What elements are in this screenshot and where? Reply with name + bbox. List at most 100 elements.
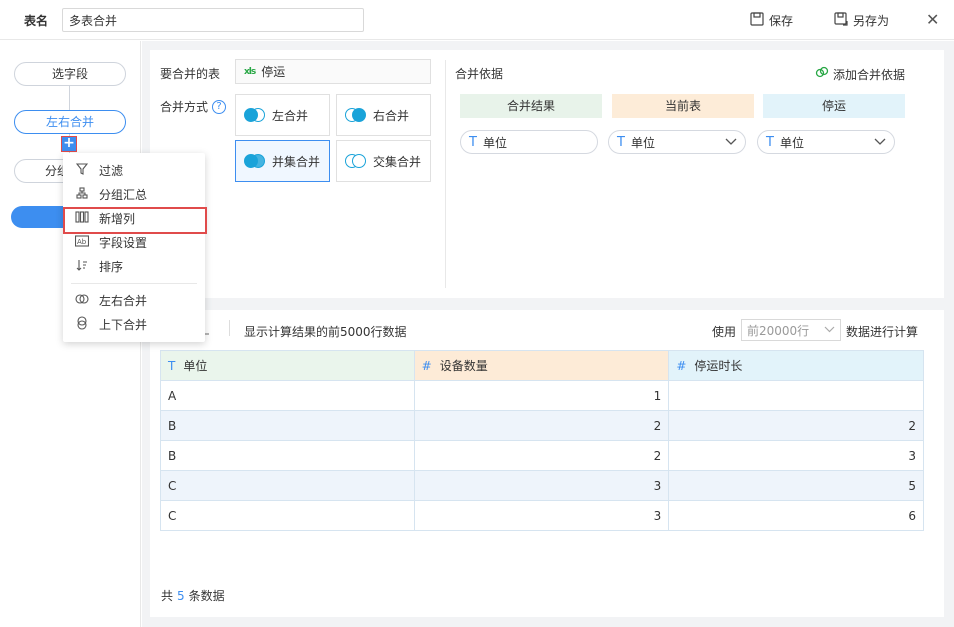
basis-field-result[interactable]: T 单位: [460, 130, 598, 154]
method-union-label: 并集合并: [272, 154, 321, 169]
table-cell: B: [160, 440, 415, 471]
table-cell: 2: [668, 410, 924, 441]
basis-header-tingyun: 停运: [763, 94, 905, 118]
venn-union-icon: [244, 151, 266, 171]
row-limit-select[interactable]: 前20000行: [741, 319, 841, 341]
table-cell: B: [160, 410, 415, 441]
table-cell: 3: [413, 500, 670, 531]
menu-item-label: 上下合并: [99, 317, 148, 332]
menu-item-label: 过滤: [99, 163, 124, 178]
method-left-merge[interactable]: 左合并: [235, 94, 330, 136]
table-name-label: 表名: [24, 14, 49, 28]
xls-icon: xls: [244, 66, 256, 77]
save-label: 保存: [769, 14, 794, 28]
method-right-merge[interactable]: 右合并: [336, 94, 431, 136]
column-header-label: 设备数量: [439, 359, 488, 373]
column-header-unit[interactable]: T 单位: [160, 350, 415, 381]
merge-method-text: 合并方式: [160, 100, 209, 114]
config-divider: [445, 60, 446, 288]
method-union-merge[interactable]: 并集合并: [235, 140, 330, 182]
method-intersect-merge[interactable]: 交集合并: [336, 140, 431, 182]
menu-item-sort[interactable]: 排序: [63, 254, 205, 278]
link-icon: [815, 65, 829, 83]
table-header-row: T 单位 # 设备数量 # 停运时长: [160, 350, 924, 381]
calc-label: 数据进行计算: [846, 325, 919, 339]
flow-connector: [69, 86, 70, 110]
help-icon[interactable]: ?: [212, 99, 227, 114]
table-cell: A: [160, 380, 415, 411]
merge-table-chip[interactable]: xls 停运: [235, 59, 431, 84]
save-button[interactable]: 保存: [750, 12, 793, 29]
column-header-label: 单位: [183, 359, 208, 373]
flow-node-lr-merge[interactable]: 左右合并: [14, 110, 126, 134]
table-cell: 1: [413, 380, 670, 411]
save-as-label: 另存为: [853, 14, 890, 28]
menu-item-label: 左右合并: [99, 293, 148, 308]
table-cell: 2: [413, 440, 670, 471]
menu-item-label: 分组汇总: [99, 187, 148, 202]
table-name-input[interactable]: [62, 8, 364, 32]
filter-icon: [75, 162, 89, 178]
add-basis-label: 添加合并依据: [833, 67, 906, 82]
menu-item-lr-merge[interactable]: 左右合并: [63, 288, 205, 312]
preview-description: 显示计算结果的前5000行数据: [244, 325, 407, 339]
merge-basis-label: 合并依据: [455, 67, 504, 81]
lr-merge-icon: [75, 293, 89, 308]
total-count-label: 共 5 条数据: [161, 587, 225, 604]
table-row: C 3 5: [160, 470, 924, 501]
column-header-device-count[interactable]: # 设备数量: [413, 350, 670, 381]
merge-method-label: 合并方式 ?: [160, 98, 227, 115]
basis-field-tingyun-select[interactable]: T 单位: [757, 130, 895, 154]
add-column-icon: [75, 210, 89, 226]
sort-icon: [75, 259, 89, 274]
table-cell: 3: [413, 470, 670, 501]
column-header-label: 停运时长: [694, 359, 743, 373]
tables-label: 要合并的表: [160, 67, 221, 81]
table-cell: 6: [668, 500, 924, 531]
menu-divider: [71, 283, 197, 284]
flow-add-button[interactable]: +: [61, 136, 77, 152]
menu-item-label: 新增列: [99, 211, 136, 226]
text-type-icon: T: [168, 359, 176, 373]
basis-field-tingyun-value: 单位: [779, 135, 804, 150]
menu-item-filter[interactable]: 过滤: [63, 158, 205, 182]
close-icon[interactable]: ✕: [926, 10, 939, 29]
table-cell: C: [160, 500, 415, 531]
table-cell: 2: [413, 410, 670, 441]
save-as-button[interactable]: 另存为: [834, 12, 889, 29]
menu-item-add-column[interactable]: 新增列: [63, 206, 205, 230]
save-as-icon: [834, 12, 848, 29]
chevron-down-icon: [725, 136, 737, 149]
menu-item-group-summary[interactable]: 分组汇总: [63, 182, 205, 206]
venn-left-icon: [244, 105, 266, 125]
table-row: B 2 3: [160, 440, 924, 471]
column-header-downtime[interactable]: # 停运时长: [668, 350, 924, 381]
venn-intersect-icon: [345, 151, 367, 171]
svg-text:Ab: Ab: [77, 238, 87, 246]
add-step-menu: 过滤 分组汇总 新增列 Ab 字段设置 排序 左右合并 上下合并: [63, 153, 205, 342]
chevron-down-icon: [824, 325, 835, 336]
method-intersect-label: 交集合并: [373, 154, 422, 169]
menu-item-field-settings[interactable]: Ab 字段设置: [63, 230, 205, 254]
flow-node-select-field[interactable]: 选字段: [14, 62, 126, 86]
number-type-icon: #: [676, 359, 687, 373]
method-right-label: 右合并: [373, 108, 410, 123]
method-left-label: 左合并: [272, 108, 309, 123]
basis-field-current-select[interactable]: T 单位: [608, 130, 746, 154]
basis-header-result: 合并结果: [460, 94, 602, 118]
merge-table-name: 停运: [261, 65, 286, 79]
table-row: C 3 6: [160, 500, 924, 531]
total-prefix: 共: [161, 589, 174, 603]
text-type-icon: T: [617, 134, 625, 150]
table-cell: 3: [668, 440, 924, 471]
group-summary-icon: [75, 186, 89, 202]
table-row: A 1: [160, 380, 924, 411]
text-type-icon: T: [469, 134, 477, 150]
menu-item-ud-merge[interactable]: 上下合并: [63, 312, 205, 336]
table-cell: [668, 380, 924, 411]
basis-field-current-value: 单位: [630, 135, 655, 150]
table-row: B 2 2: [160, 410, 924, 441]
preview-table: T 单位 # 设备数量 # 停运时长 A 1 B 2 2 B 2 3 C 3 5 C …: [160, 350, 924, 531]
ud-merge-icon: [75, 315, 89, 333]
add-basis-button[interactable]: 添加合并依据: [815, 65, 905, 83]
